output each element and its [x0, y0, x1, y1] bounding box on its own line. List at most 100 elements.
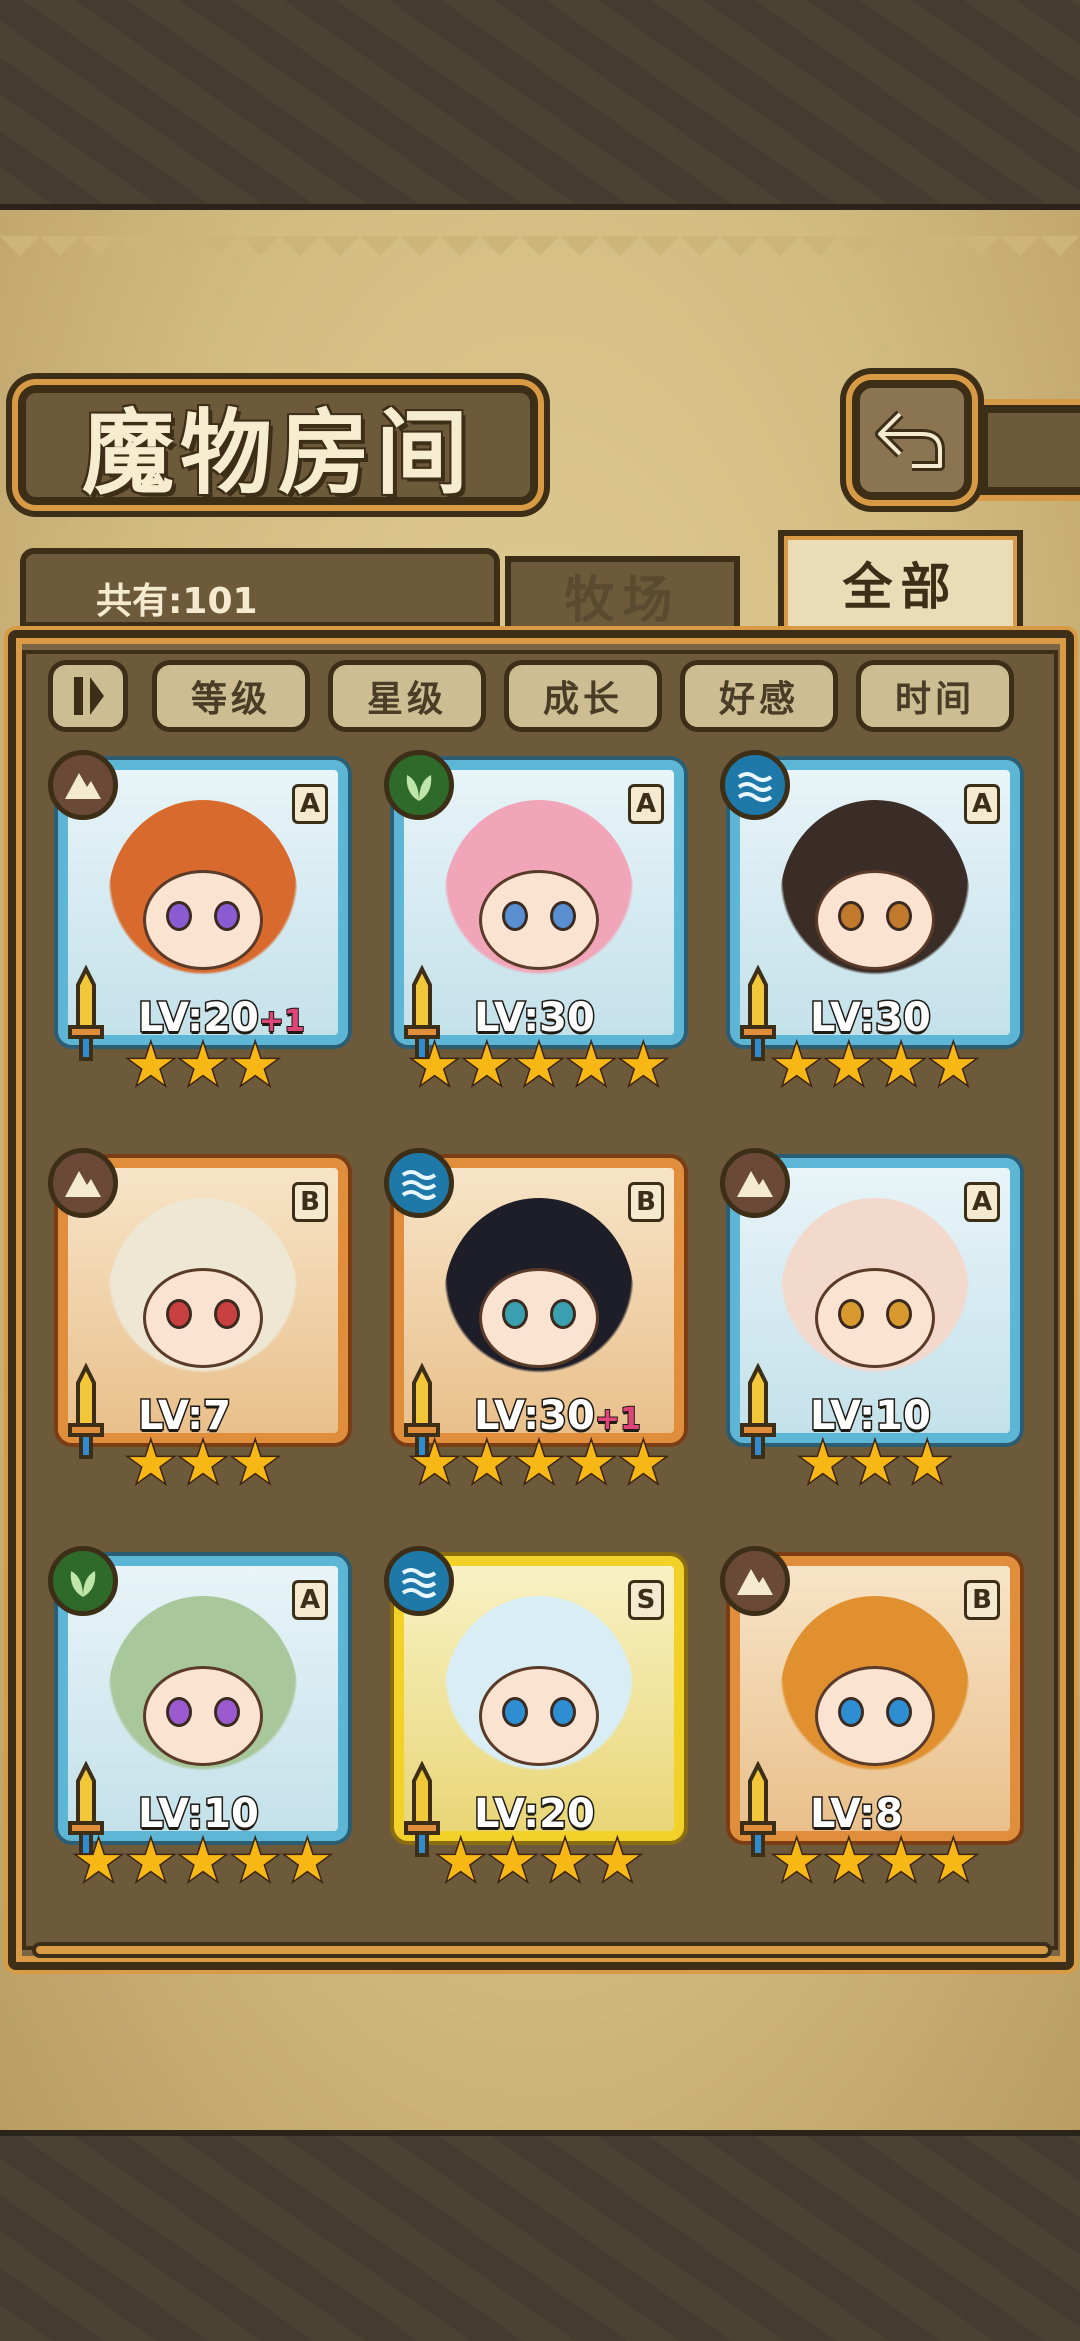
star-rating: ★ ★ ★	[48, 1431, 358, 1496]
sort-star-button[interactable]: 星级	[328, 660, 486, 732]
monster-card[interactable]: B LV:8 ★ ★ ★ ★	[720, 1546, 1030, 1891]
monster-card[interactable]: A LV:30 ★ ★ ★ ★ ★	[384, 750, 694, 1095]
monster-portrait	[108, 800, 298, 1000]
star-icon: ★	[591, 1829, 644, 1894]
panel-bottom-rail	[32, 1942, 1052, 1958]
monster-card[interactable]: A LV:10 ★ ★ ★ ★ ★	[48, 1546, 358, 1891]
monster-eye	[166, 901, 192, 931]
star-rating: ★ ★ ★ ★ ★	[48, 1829, 358, 1894]
element-badge	[384, 1546, 454, 1616]
star-rating: ★ ★ ★ ★ ★	[384, 1431, 694, 1496]
star-icon: ★	[617, 1431, 670, 1496]
star-icon: ★	[460, 1033, 513, 1098]
bottom-map-band	[0, 2130, 1080, 2341]
star-icon: ★	[512, 1431, 565, 1496]
earth-element-icon	[65, 773, 101, 799]
monster-eye	[502, 1299, 528, 1329]
monster-eye	[550, 1299, 576, 1329]
monster-card[interactable]: A LV:30 ★ ★ ★ ★	[720, 750, 1030, 1095]
star-icon: ★	[617, 1033, 670, 1098]
monster-eye	[214, 1697, 240, 1727]
star-icon: ★	[901, 1431, 954, 1496]
star-icon: ★	[822, 1829, 875, 1894]
monster-face	[143, 870, 263, 970]
title-plate: 魔物房间	[18, 385, 538, 507]
tab-all[interactable]: 全部	[778, 530, 1023, 630]
monster-eye	[502, 901, 528, 931]
star-icon: ★	[176, 1033, 229, 1098]
rarity-badge: A	[292, 1580, 328, 1620]
rarity-badge: B	[292, 1182, 328, 1222]
element-badge	[720, 1148, 790, 1218]
tab-ranch[interactable]: 牧场	[505, 556, 740, 630]
element-badge	[720, 1546, 790, 1616]
sort-affection-button[interactable]: 好感	[680, 660, 838, 732]
back-button[interactable]	[852, 380, 972, 500]
monster-eye	[550, 1697, 576, 1727]
monster-eye	[838, 901, 864, 931]
star-icon: ★	[229, 1829, 282, 1894]
monster-eye	[886, 901, 912, 931]
star-rating: ★ ★ ★	[720, 1431, 1030, 1496]
top-map-band	[0, 0, 1080, 210]
monster-face	[815, 1666, 935, 1766]
monster-eye	[886, 1299, 912, 1329]
grass-element-icon	[70, 1571, 96, 1597]
element-badge	[384, 750, 454, 820]
earth-element-icon	[65, 1171, 101, 1197]
monster-card[interactable]: B LV:30+1 ★ ★ ★ ★ ★	[384, 1148, 694, 1493]
star-rating: ★ ★ ★ ★	[720, 1829, 1030, 1894]
star-icon: ★	[770, 1829, 823, 1894]
element-badge	[48, 1148, 118, 1218]
page-title: 魔物房间	[81, 398, 474, 507]
star-icon: ★	[229, 1033, 282, 1098]
monster-portrait	[444, 800, 634, 1000]
star-rating: ★ ★ ★ ★ ★	[384, 1033, 694, 1098]
monster-card[interactable]: B LV:7 ★ ★ ★	[48, 1148, 358, 1493]
star-icon: ★	[72, 1829, 125, 1894]
star-rating: ★ ★ ★	[48, 1033, 358, 1098]
star-icon: ★	[486, 1829, 539, 1894]
element-badge	[48, 750, 118, 820]
monster-face	[815, 870, 935, 970]
monster-face	[479, 870, 599, 970]
star-icon: ★	[538, 1829, 591, 1894]
star-icon: ★	[848, 1431, 901, 1496]
sort-time-button[interactable]: 时间	[856, 660, 1014, 732]
monster-eye	[838, 1299, 864, 1329]
monster-face	[479, 1666, 599, 1766]
star-icon: ★	[460, 1431, 513, 1496]
star-icon: ★	[927, 1033, 980, 1098]
monster-eye	[166, 1697, 192, 1727]
monster-portrait	[108, 1596, 298, 1796]
monster-card[interactable]: A LV:10 ★ ★ ★	[720, 1148, 1030, 1493]
sort-order-icon	[74, 677, 104, 715]
element-badge	[720, 750, 790, 820]
rarity-badge: A	[964, 784, 1000, 824]
element-badge	[48, 1546, 118, 1616]
sort-level-button[interactable]: 等级	[152, 660, 310, 732]
monster-eye	[886, 1697, 912, 1727]
water-element-icon	[737, 772, 773, 802]
star-icon: ★	[176, 1431, 229, 1496]
sort-order-toggle[interactable]	[48, 660, 128, 732]
rarity-badge: A	[964, 1182, 1000, 1222]
monster-card[interactable]: S LV:20 ★ ★ ★ ★	[384, 1546, 694, 1891]
monster-portrait	[780, 800, 970, 1000]
earth-element-icon	[737, 1171, 773, 1197]
monster-eye	[502, 1697, 528, 1727]
parchment-edge	[0, 236, 1080, 276]
monster-eye	[214, 1299, 240, 1329]
monster-portrait	[444, 1596, 634, 1796]
star-icon: ★	[565, 1033, 618, 1098]
count-bar: 共有:101	[20, 548, 500, 628]
sort-growth-button[interactable]: 成长	[504, 660, 662, 732]
star-icon: ★	[408, 1033, 461, 1098]
monster-portrait	[780, 1596, 970, 1796]
water-element-icon	[401, 1568, 437, 1598]
monster-card[interactable]: A LV:20+1 ★ ★ ★	[48, 750, 358, 1095]
star-icon: ★	[434, 1829, 487, 1894]
star-icon: ★	[124, 1431, 177, 1496]
rarity-badge: A	[292, 784, 328, 824]
back-arrow-icon	[875, 410, 945, 471]
